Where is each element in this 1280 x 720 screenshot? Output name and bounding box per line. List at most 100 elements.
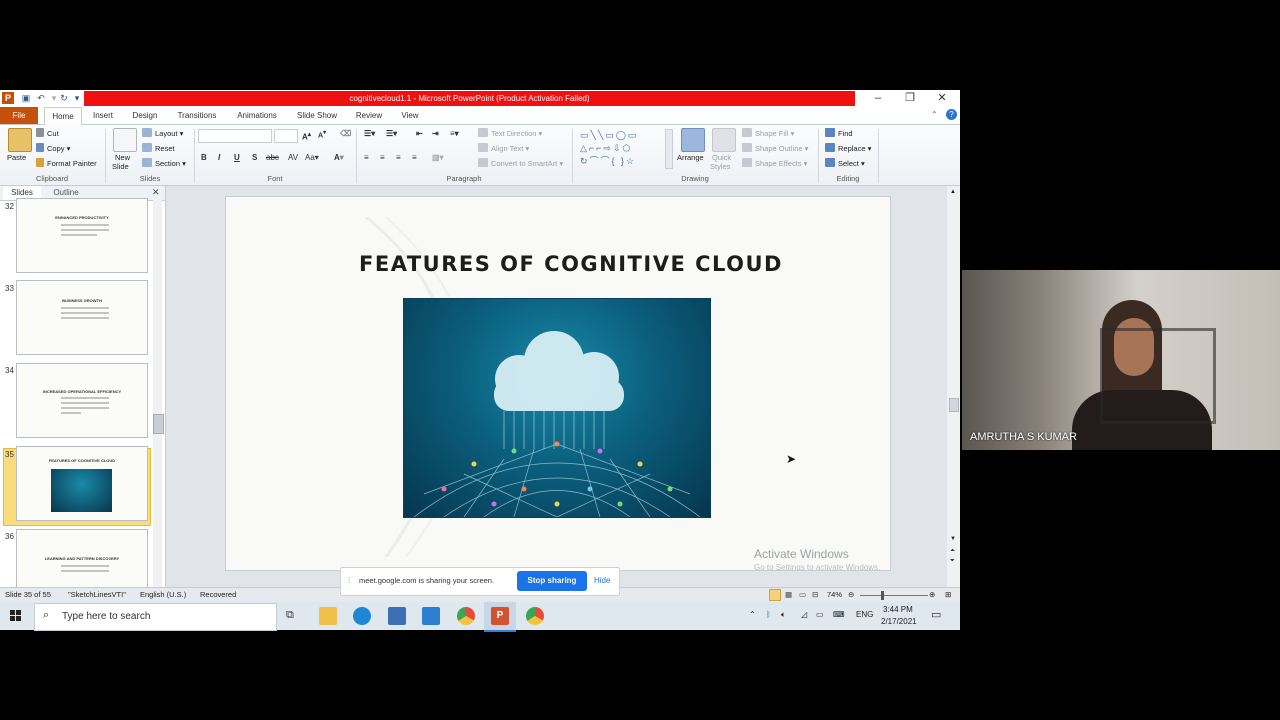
mail-icon[interactable] bbox=[422, 607, 440, 625]
tab-home[interactable]: Home bbox=[44, 107, 82, 125]
zoom-slider-thumb[interactable] bbox=[881, 591, 884, 600]
reset-button[interactable]: Reset bbox=[142, 143, 175, 153]
text-direction-button[interactable]: Text Direction ▾ bbox=[478, 128, 542, 138]
redo-icon[interactable]: ↻ bbox=[58, 92, 70, 104]
shadow-button[interactable]: S bbox=[252, 153, 257, 162]
font-size-select[interactable] bbox=[274, 129, 298, 143]
slide-thumbnail[interactable]: LEARNING AND PATTERN DISCOVERY bbox=[16, 529, 148, 591]
slide-scrollbar[interactable]: ▲ ▼ ⏶ ⏷ bbox=[947, 186, 960, 589]
input-language[interactable]: ENG bbox=[856, 610, 873, 619]
powerpoint-app-icon[interactable]: P bbox=[2, 92, 14, 104]
arrange-button[interactable]: Arrange bbox=[677, 153, 704, 162]
slide-thumbnail[interactable]: ENHANCED PRODUCTIVITY bbox=[16, 198, 148, 273]
clear-format-icon[interactable]: ⌫ bbox=[340, 129, 351, 138]
customize-toolbar-icon[interactable]: ▾ bbox=[71, 92, 83, 104]
tab-slide-show[interactable]: Slide Show bbox=[290, 107, 344, 124]
zoom-out-icon[interactable]: ⊖ bbox=[848, 590, 854, 599]
previous-slide-icon[interactable]: ⏶ bbox=[950, 548, 955, 555]
align-right-button[interactable]: ≡ bbox=[396, 153, 401, 162]
chrome-icon[interactable] bbox=[526, 607, 544, 625]
scroll-up-icon[interactable]: ▲ bbox=[950, 189, 956, 195]
underline-button[interactable]: U bbox=[234, 153, 240, 162]
quick-styles-label[interactable]: Quick bbox=[712, 153, 731, 162]
clock-time[interactable]: 3:44 PM bbox=[883, 605, 913, 614]
slide-thumbnail[interactable]: BUSINESS GROWTH bbox=[16, 280, 148, 355]
bold-button[interactable]: B bbox=[201, 153, 207, 162]
slide-scroll-thumb[interactable] bbox=[949, 398, 959, 412]
taskbar-search-box[interactable]: ⌕ Type here to search bbox=[34, 603, 277, 631]
numbering-button[interactable]: ☰▾ bbox=[386, 129, 397, 138]
tab-design[interactable]: Design bbox=[126, 107, 164, 124]
undo-icon[interactable]: ↶ bbox=[35, 92, 47, 104]
store-icon[interactable] bbox=[388, 607, 406, 625]
change-case-button[interactable]: Aa▾ bbox=[305, 153, 319, 162]
decrease-indent-button[interactable]: ⇤ bbox=[416, 129, 423, 138]
chrome-canary-icon[interactable] bbox=[457, 607, 475, 625]
shapes-gallery[interactable]: ▭╲╲▭◯▭ △⌐⌐⇨⇩⬠ ↻⌒⌒{ }☆ bbox=[580, 129, 662, 167]
replace-button[interactable]: Replace ▾ bbox=[825, 143, 871, 153]
align-center-button[interactable]: ≡ bbox=[380, 153, 385, 162]
save-icon[interactable]: ▣ bbox=[20, 92, 32, 104]
quick-styles-label-2[interactable]: Styles bbox=[710, 162, 730, 171]
slide-title[interactable]: FEATURES OF COGNITIVE CLOUD bbox=[226, 252, 890, 276]
char-spacing-button[interactable]: AV bbox=[288, 153, 298, 162]
section-button[interactable]: Section ▾ bbox=[142, 158, 186, 168]
slide-sorter-icon[interactable]: ▦ bbox=[785, 590, 792, 599]
columns-button[interactable]: ▥▾ bbox=[432, 153, 444, 162]
next-slide-icon[interactable]: ⏷ bbox=[950, 558, 955, 565]
zoom-level[interactable]: 74% bbox=[827, 590, 842, 599]
slide-canvas[interactable]: FEATURES OF COGNITIVE CLOUD Activate Win… bbox=[225, 196, 891, 571]
language-indicator[interactable]: English (U.S.) bbox=[140, 590, 186, 599]
bullets-button[interactable]: ☰▾ bbox=[364, 129, 375, 138]
font-color-button[interactable]: A▾ bbox=[334, 153, 344, 162]
copy-button[interactable]: Copy ▾ bbox=[36, 143, 70, 153]
paste-button[interactable]: Paste bbox=[7, 153, 26, 162]
paste-icon[interactable] bbox=[8, 128, 32, 152]
panel-scrollbar[interactable] bbox=[153, 200, 162, 589]
help-icon[interactable]: ? bbox=[946, 109, 957, 120]
new-slide-label-2[interactable]: Slide bbox=[112, 162, 129, 171]
notifications-icon[interactable]: ▭ bbox=[931, 608, 941, 621]
reading-view-icon[interactable]: ▭ bbox=[799, 590, 806, 599]
select-button[interactable]: Select ▾ bbox=[825, 158, 865, 168]
increase-indent-button[interactable]: ⇥ bbox=[432, 129, 439, 138]
font-family-select[interactable] bbox=[198, 129, 272, 143]
minimize-ribbon-icon[interactable]: ⌃ bbox=[931, 110, 938, 119]
shape-effects-button[interactable]: Shape Effects ▾ bbox=[742, 158, 807, 168]
quick-styles-icon[interactable] bbox=[712, 128, 736, 152]
grow-font-icon[interactable]: A▴ bbox=[302, 130, 311, 142]
cut-button[interactable]: Cut bbox=[36, 128, 59, 138]
edge-icon[interactable] bbox=[353, 607, 371, 625]
tab-review[interactable]: Review bbox=[350, 107, 388, 124]
align-left-button[interactable]: ≡ bbox=[364, 153, 369, 162]
arrange-icon[interactable] bbox=[681, 128, 705, 152]
keyboard-icon[interactable]: ⌨ bbox=[833, 610, 845, 619]
volume-icon[interactable]: 🔈︎ bbox=[781, 610, 786, 620]
close-button[interactable]: ✕ bbox=[926, 90, 958, 107]
slide-thumbnail[interactable]: INCREASED OPERATIONAL EFFICIENCY bbox=[16, 363, 148, 438]
shapes-scroll[interactable] bbox=[665, 129, 673, 169]
zoom-in-icon[interactable]: ⊕ bbox=[929, 590, 935, 599]
file-explorer-icon[interactable] bbox=[319, 607, 337, 625]
convert-smartart-button[interactable]: Convert to SmartArt ▾ bbox=[478, 158, 563, 168]
shape-fill-button[interactable]: Shape Fill ▾ bbox=[742, 128, 794, 138]
align-text-button[interactable]: Align Text ▾ bbox=[478, 143, 529, 153]
line-spacing-button[interactable]: ≡▾ bbox=[450, 129, 459, 138]
network-icon[interactable]: ◿ bbox=[801, 610, 807, 619]
task-view-icon[interactable]: ⧉ bbox=[286, 609, 294, 622]
powerpoint-icon[interactable]: P bbox=[491, 607, 509, 625]
windows-start-icon[interactable] bbox=[10, 610, 22, 622]
close-pane-icon[interactable]: ✕ bbox=[152, 187, 160, 198]
layout-button[interactable]: Layout ▾ bbox=[142, 128, 183, 138]
stop-sharing-button[interactable]: Stop sharing bbox=[517, 571, 587, 591]
fit-to-window-icon[interactable]: ⊞ bbox=[945, 590, 951, 599]
shape-outline-button[interactable]: Shape Outline ▾ bbox=[742, 143, 808, 153]
justify-button[interactable]: ≡ bbox=[412, 153, 417, 162]
battery-icon[interactable]: ▭ bbox=[816, 610, 824, 619]
slide-thumbnail-selected[interactable]: FEATURES OF COGNITIVE CLOUD bbox=[16, 446, 148, 521]
show-hidden-icons[interactable]: ⌃ bbox=[749, 610, 756, 619]
tab-transitions[interactable]: Transitions bbox=[170, 107, 224, 124]
zoom-slider-track[interactable] bbox=[860, 595, 928, 596]
normal-view-icon[interactable] bbox=[769, 589, 781, 601]
new-slide-label[interactable]: New bbox=[115, 153, 130, 162]
